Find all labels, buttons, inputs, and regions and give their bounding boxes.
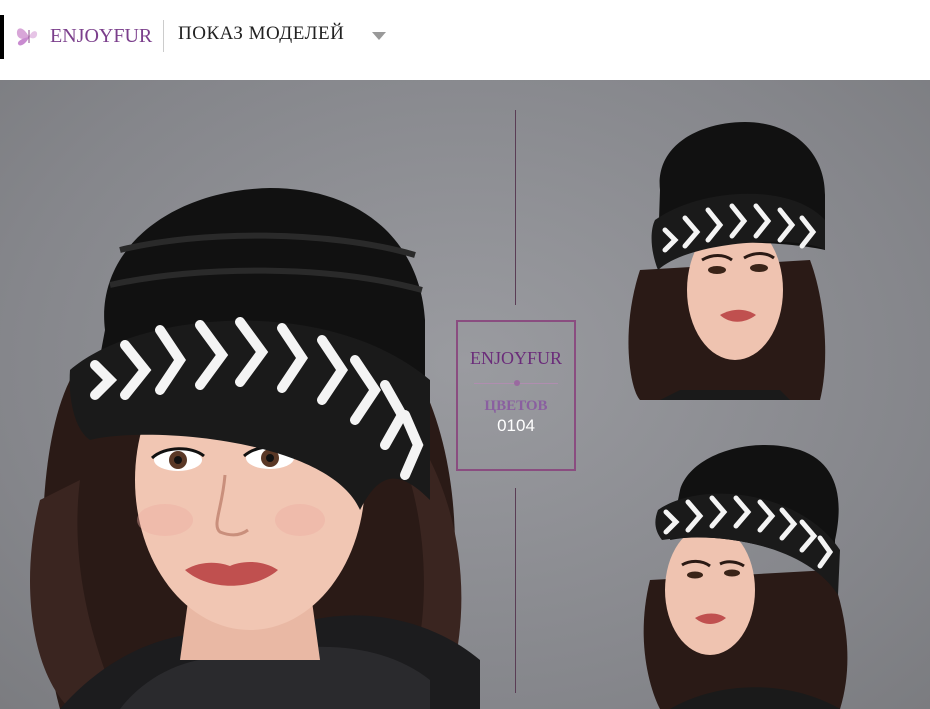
brand-logo[interactable]: ENJOYFUR <box>14 18 154 54</box>
divider-top-line <box>515 110 516 305</box>
badge-dot <box>514 380 520 386</box>
header-accent-bar <box>0 15 4 59</box>
divider-bottom-line <box>515 488 516 693</box>
header: ENJOYFUR ПОКАЗ МОДЕЛЕЙ <box>0 0 930 80</box>
badge-code: 0104 <box>497 416 535 435</box>
badge-brand: ENJOYFUR <box>469 348 562 368</box>
nav-title[interactable]: ПОКАЗ МОДЕЛЕЙ <box>178 23 344 45</box>
butterfly-icon <box>16 28 38 46</box>
header-divider <box>163 20 164 52</box>
main-model-photo <box>0 80 480 709</box>
badge-label: ЦВЕТОВ <box>484 398 548 414</box>
brand-wordmark: ENJOYFUR <box>50 24 153 47</box>
caret-down-icon[interactable] <box>372 32 386 40</box>
model-photo-side <box>640 430 860 709</box>
model-photo-front <box>620 100 830 400</box>
brand-badge: ENJOYFUR ЦВЕТОВ 0104 <box>456 320 576 471</box>
